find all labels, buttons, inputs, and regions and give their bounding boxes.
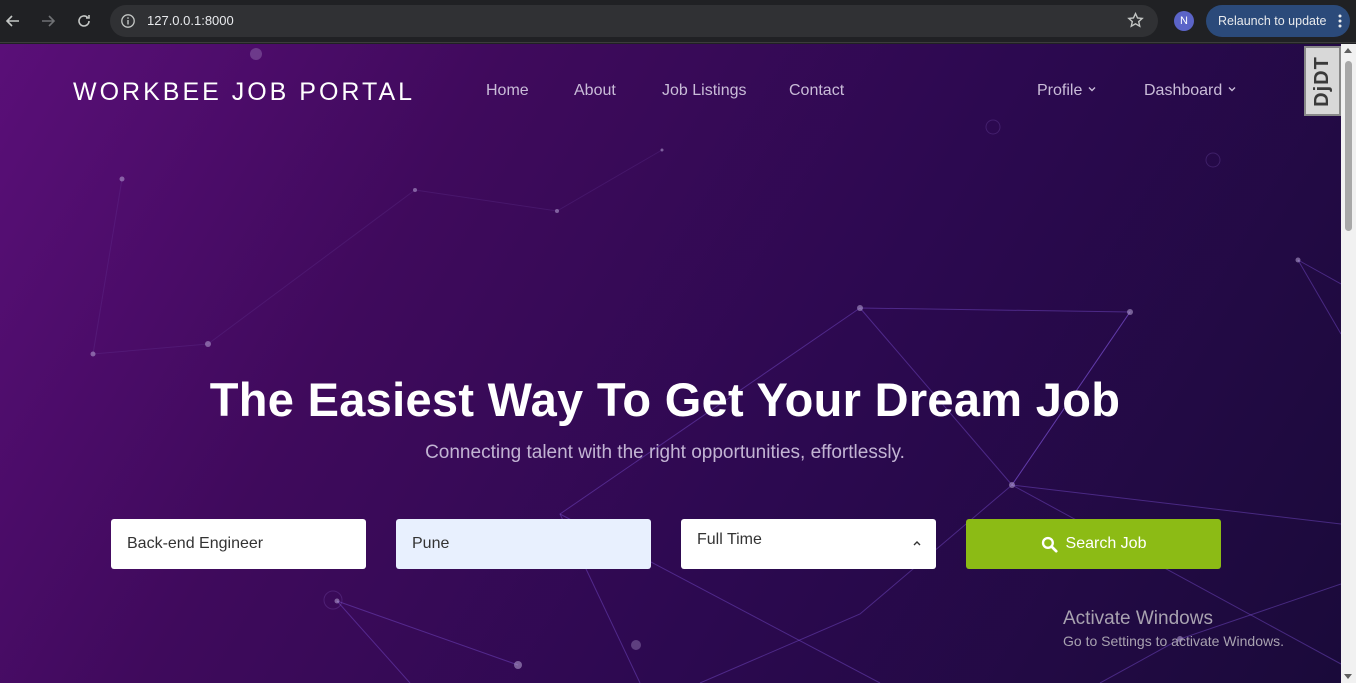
django-debug-toolbar-handle[interactable]: DjDT — [1304, 46, 1341, 116]
job-type-select[interactable]: Full Time — [681, 519, 936, 569]
chevron-down-icon — [1088, 87, 1096, 92]
nav-job-listings[interactable]: Job Listings — [662, 82, 747, 100]
nav-home[interactable]: Home — [486, 82, 529, 100]
reload-icon[interactable] — [73, 10, 95, 32]
nav-profile-dropdown[interactable]: Profile — [1037, 82, 1096, 100]
page-hero: WORKBEE JOB PORTAL Home About Job Listin… — [0, 44, 1341, 683]
back-icon[interactable] — [2, 10, 24, 32]
site-logo[interactable]: WORKBEE JOB PORTAL — [73, 78, 415, 107]
profile-avatar[interactable]: N — [1174, 11, 1194, 31]
djdt-label: DjDT — [1311, 55, 1334, 107]
nav-dashboard-dropdown[interactable]: Dashboard — [1144, 82, 1236, 100]
scroll-down-arrow-icon[interactable] — [1344, 674, 1352, 679]
hero-title: The Easiest Way To Get Your Dream Job — [209, 373, 1121, 426]
nav-profile-label: Profile — [1037, 82, 1083, 99]
relaunch-label: Relaunch to update — [1218, 14, 1327, 28]
location-input[interactable]: Pune — [396, 519, 651, 569]
bookmark-star-icon[interactable] — [1127, 12, 1144, 29]
address-bar[interactable]: 127.0.0.1:8000 — [110, 5, 1158, 37]
network-background — [90, 48, 1341, 683]
scroll-up-arrow-icon[interactable] — [1344, 48, 1352, 53]
keyword-input[interactable]: Back-end Engineer — [111, 519, 366, 569]
nav-contact[interactable]: Contact — [789, 82, 844, 100]
forward-icon[interactable] — [37, 10, 59, 32]
page-scrollbar[interactable] — [1341, 44, 1356, 683]
scrollbar-thumb[interactable] — [1345, 61, 1352, 231]
job-type-value: Full Time — [697, 531, 762, 548]
relaunch-button[interactable]: Relaunch to update — [1206, 5, 1350, 37]
activate-windows-watermark: Activate Windows Go to Settings to activ… — [1063, 608, 1284, 649]
search-job-label: Search Job — [1065, 535, 1147, 552]
location-value: Pune — [412, 535, 450, 552]
chevron-up-icon — [913, 541, 921, 546]
browser-toolbar: 127.0.0.1:8000 N Relaunch to update — [0, 0, 1356, 43]
search-icon — [1041, 536, 1058, 553]
keyword-value: Back-end Engineer — [127, 535, 264, 552]
site-info-icon[interactable] — [120, 13, 136, 29]
nav-about[interactable]: About — [574, 82, 616, 100]
activate-windows-message: Go to Settings to activate Windows. — [1063, 633, 1284, 649]
hero-subtitle: Connecting talent with the right opportu… — [425, 442, 905, 463]
nav-dashboard-label: Dashboard — [1144, 82, 1223, 99]
more-menu-icon[interactable] — [1338, 13, 1342, 29]
search-job-button[interactable]: Search Job — [966, 519, 1221, 569]
activate-windows-title: Activate Windows — [1063, 608, 1213, 629]
chevron-down-icon — [1228, 87, 1236, 92]
url-text[interactable]: 127.0.0.1:8000 — [147, 13, 234, 28]
